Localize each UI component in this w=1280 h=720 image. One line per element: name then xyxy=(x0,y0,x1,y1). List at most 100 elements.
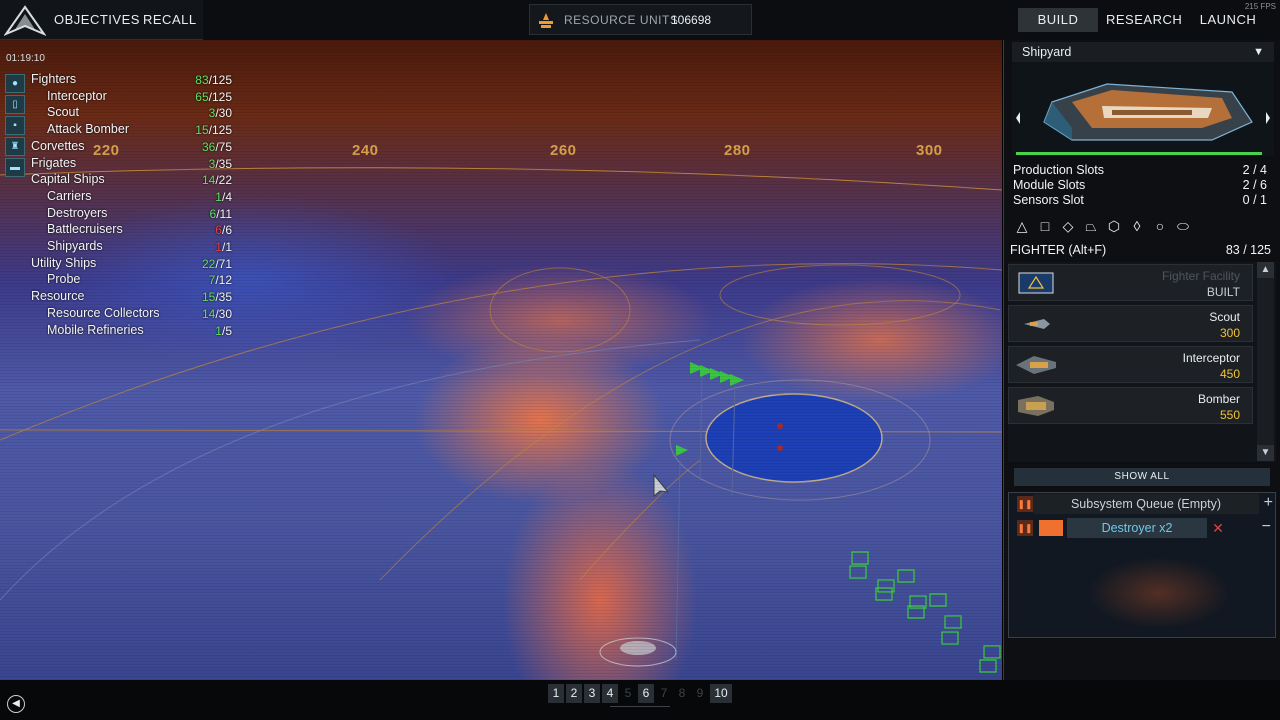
fleet-row-count: 1/4 xyxy=(215,190,232,204)
build-item-scout[interactable]: Scout 300 xyxy=(1008,305,1253,342)
control-group-3[interactable]: 3 xyxy=(584,684,600,703)
trapezoid-filter-icon[interactable]: ⏢ xyxy=(1081,216,1101,236)
objectives-button[interactable]: OBJECTIVES xyxy=(54,12,140,27)
production-slots: Production Slots 2 / 4 xyxy=(1013,163,1271,177)
axis-label-300: 300 xyxy=(916,142,943,159)
fleet-row[interactable]: Destroyers 6/11 xyxy=(0,206,240,222)
queue-item-color-swatch xyxy=(1039,520,1063,536)
axis-label-280: 280 xyxy=(724,142,751,159)
fleet-row[interactable]: Carriers 1/4 xyxy=(0,189,240,205)
expand-plus-icon[interactable]: + xyxy=(1264,494,1273,512)
faction-logo-icon[interactable] xyxy=(4,4,46,38)
build-item-bomber[interactable]: Bomber 550 xyxy=(1008,387,1253,424)
next-ship-arrow[interactable] xyxy=(1266,112,1270,124)
fleet-row-name: Frigates xyxy=(31,155,77,170)
resource-label: RESOURCE UNITS xyxy=(564,13,679,27)
fleet-row[interactable]: Capital Ships 14/22 xyxy=(0,172,240,188)
fleet-row-current: 15 xyxy=(201,290,216,305)
fleet-row[interactable]: Mobile Refineries 1/5 xyxy=(0,323,240,339)
back-arrow-icon[interactable]: ◀ xyxy=(7,695,25,713)
pause-icon[interactable]: ❚❚ xyxy=(1017,496,1033,512)
category-label: FIGHTER (Alt+F) xyxy=(1010,243,1107,257)
fleet-row-count: 15/35 xyxy=(202,290,232,304)
fleet-row-current: 65 xyxy=(195,89,209,104)
collapse-minus-icon[interactable]: − xyxy=(1262,518,1271,536)
fleet-row-max: /5 xyxy=(221,323,232,338)
fleet-row[interactable]: Resource 15/35 xyxy=(0,289,240,305)
tab-launch[interactable]: LAUNCH xyxy=(1190,8,1266,32)
control-group-6[interactable]: 6 xyxy=(638,684,654,703)
build-item-name: Scout xyxy=(1209,310,1240,324)
fleet-row-count: 7/12 xyxy=(209,273,232,287)
top-left-menu: OBJECTIVES RECALL xyxy=(0,0,203,40)
prev-ship-arrow[interactable] xyxy=(1016,112,1020,124)
control-group-4[interactable]: 4 xyxy=(602,684,618,703)
health-bar-fill xyxy=(1016,152,1262,155)
triangle-filter-icon[interactable]: △ xyxy=(1012,216,1032,236)
kite-filter-icon[interactable]: ◊ xyxy=(1127,216,1147,236)
resource-icon xyxy=(539,13,553,28)
fleet-row-count: 1/1 xyxy=(215,240,232,254)
build-item-fighter-facility[interactable]: Fighter Facility BUILT xyxy=(1008,264,1253,301)
control-group-2[interactable]: 2 xyxy=(566,684,582,703)
fleet-row-count: 1/5 xyxy=(215,324,232,338)
show-all-button[interactable]: SHOW ALL xyxy=(1014,468,1270,486)
control-group-8[interactable]: 8 xyxy=(674,684,690,703)
control-group-1[interactable]: 1 xyxy=(548,684,564,703)
fleet-row-max: /125 xyxy=(208,89,232,104)
recall-button[interactable]: RECALL xyxy=(143,12,197,27)
control-group-10[interactable]: 10 xyxy=(710,684,732,703)
fleet-row-name: Destroyers xyxy=(47,205,108,220)
fleet-row-count: 6/6 xyxy=(215,223,232,237)
scroll-down-icon[interactable]: ▼ xyxy=(1257,445,1274,461)
fleet-row[interactable]: Battlecruisers 6/6 xyxy=(0,222,240,238)
build-item-cost: BUILT xyxy=(1206,285,1240,299)
fleet-row[interactable]: Resource Collectors 14/30 xyxy=(0,306,240,322)
control-group-7[interactable]: 7 xyxy=(656,684,672,703)
build-item-interceptor[interactable]: Interceptor 450 xyxy=(1008,346,1253,383)
fleet-row[interactable]: Utility Ships 22/71 xyxy=(0,256,240,272)
fleet-row-count: 22/71 xyxy=(202,257,232,271)
bottom-divider xyxy=(610,706,670,710)
fleet-row-current: 1 xyxy=(215,323,222,338)
fleet-row-count: 36/75 xyxy=(202,140,232,154)
fleet-row-max: /22 xyxy=(215,173,232,188)
hexagon-filter-icon[interactable]: ⬡ xyxy=(1104,216,1124,236)
sensors-slot: Sensors Slot 0 / 1 xyxy=(1013,193,1271,207)
fleet-row[interactable]: Shipyards 1/1 xyxy=(0,239,240,255)
fleet-row[interactable]: Interceptor 65/125 xyxy=(0,89,240,105)
fleet-row-current: 14 xyxy=(201,173,216,188)
fleet-row[interactable]: Fighters 83/125 xyxy=(0,72,240,88)
fleet-row-name: Mobile Refineries xyxy=(47,322,144,337)
fleet-row-name: Carriers xyxy=(47,188,92,203)
fleet-row-name: Capital Ships xyxy=(31,172,105,187)
capsule-filter-icon[interactable]: ⬭ xyxy=(1173,216,1193,236)
control-group-9[interactable]: 9 xyxy=(692,684,708,703)
axis-label-260: 260 xyxy=(550,142,577,159)
fleet-row-max: /1 xyxy=(221,240,232,254)
fleet-row-name: Resource xyxy=(31,289,85,304)
scroll-up-icon[interactable]: ▲ xyxy=(1257,262,1274,278)
fleet-row[interactable]: Probe 7/12 xyxy=(0,272,240,288)
fleet-row-max: /35 xyxy=(215,156,232,171)
queue-item-label[interactable]: Destroyer x2 xyxy=(1067,518,1207,538)
diamond-filter-icon[interactable]: ◇ xyxy=(1058,216,1078,236)
fleet-row[interactable]: Scout 3/30 xyxy=(0,105,240,121)
ship-selector-dropdown[interactable]: Shipyard ▼ xyxy=(1012,42,1274,62)
bottom-bar: ◀ 1 2 3 4 5 6 7 8 9 10 xyxy=(0,680,1280,720)
tab-build[interactable]: BUILD xyxy=(1018,8,1098,32)
fleet-row[interactable]: Attack Bomber 15/125 xyxy=(0,122,240,138)
close-icon[interactable]: ✕ xyxy=(1209,520,1227,536)
circle-filter-icon[interactable]: ○ xyxy=(1150,216,1170,236)
build-list: Fighter Facility BUILT Scout 300 Interce… xyxy=(1008,262,1276,462)
control-group-5[interactable]: 5 xyxy=(620,684,636,703)
fleet-row[interactable]: Corvettes 36/75 xyxy=(0,139,240,155)
fleet-row-name: Fighters xyxy=(31,72,77,86)
fleet-row[interactable]: Frigates 3/35 xyxy=(0,156,240,172)
build-list-scrollbar[interactable]: ▲ ▼ xyxy=(1257,262,1274,461)
tab-research[interactable]: RESEARCH xyxy=(1106,8,1182,32)
fleet-row-count: 3/30 xyxy=(209,106,232,120)
fleet-row-count: 14/22 xyxy=(202,173,232,187)
square-filter-icon[interactable]: □ xyxy=(1035,216,1055,236)
pause-icon[interactable]: ❚❚ xyxy=(1017,520,1033,536)
